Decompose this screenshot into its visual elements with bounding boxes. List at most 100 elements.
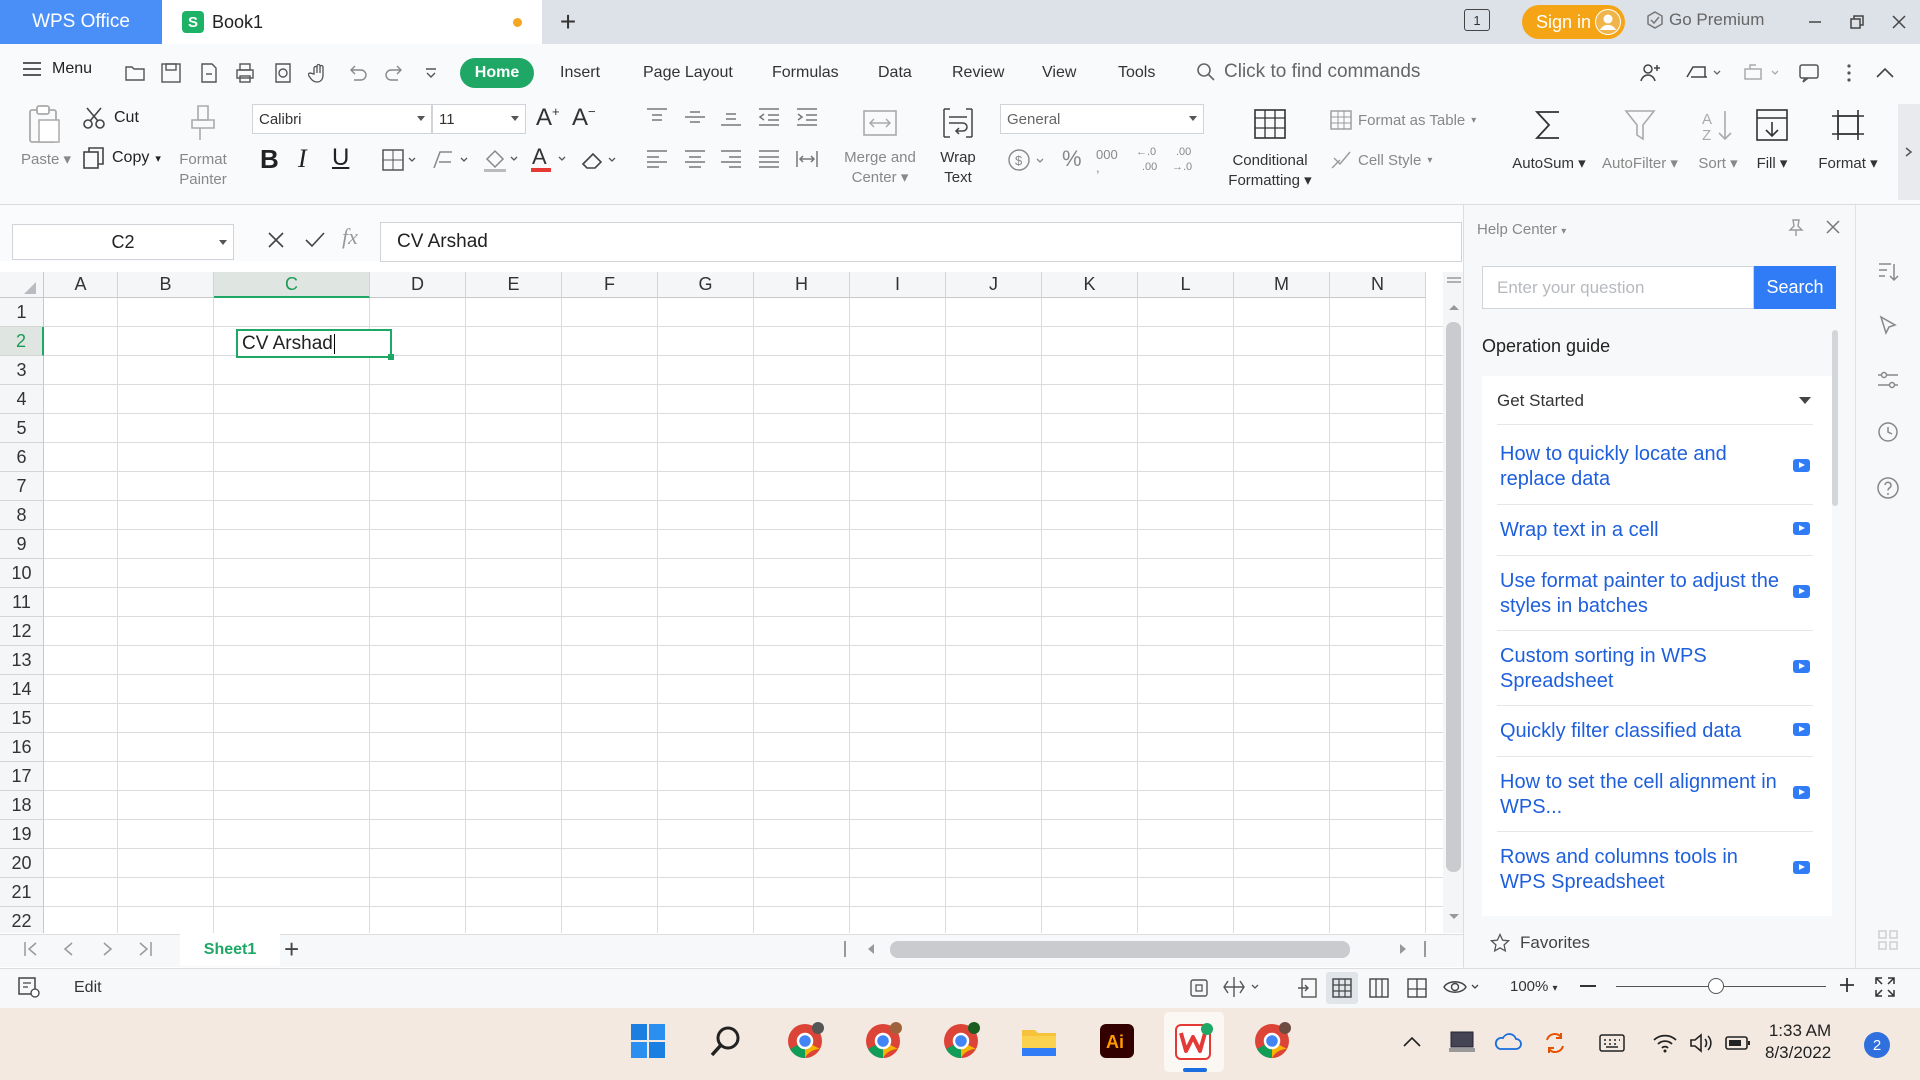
merge-center-icon[interactable] [860,104,900,142]
protect-icon[interactable] [1188,977,1210,999]
hand-icon[interactable] [306,60,332,86]
increase-decimal-icon[interactable]: ←.0.00 [1134,144,1162,174]
column-header-i[interactable]: I [850,272,946,298]
page-layout-view-icon[interactable] [1368,977,1390,999]
column-header-k[interactable]: K [1042,272,1138,298]
freeze-panes-icon[interactable] [1222,975,1262,999]
close-window-icon[interactable] [1884,8,1914,36]
scroll-right-icon[interactable] [1398,943,1408,955]
column-header-m[interactable]: M [1234,272,1330,298]
chrome-icon[interactable] [938,1018,984,1064]
format-button[interactable]: Format ▾ [1812,154,1884,174]
export-pdf-icon[interactable] [196,60,222,86]
zoom-in-icon[interactable] [1838,976,1856,994]
fill-down-icon[interactable] [1752,106,1792,144]
row-header-6[interactable]: 6 [0,443,44,472]
open-folder-icon[interactable] [122,60,148,86]
help-question-input[interactable]: Enter your question [1482,266,1754,309]
confirm-entry-icon[interactable] [304,230,326,250]
sync-icon[interactable] [1542,1030,1568,1056]
increase-indent-icon[interactable] [794,106,820,128]
cut-button[interactable]: Cut [82,106,139,130]
video-play-icon[interactable] [1793,522,1810,535]
show-hidden-icons-chevron-icon[interactable] [1402,1035,1422,1049]
help-scroll-thumb[interactable] [1832,330,1838,506]
row-header-11[interactable]: 11 [0,588,44,617]
wps-office-icon[interactable] [1171,1018,1217,1064]
align-middle-icon[interactable] [682,106,708,128]
comment-icon[interactable] [1796,60,1822,86]
help-question-icon[interactable] [1876,476,1900,500]
tab-page-layout[interactable]: Page Layout [643,64,733,82]
normal-view-icon[interactable] [1326,972,1358,1004]
thousands-separator-button[interactable]: 000, [1096,148,1118,174]
windows-start-icon[interactable] [625,1018,671,1064]
font-name-select[interactable]: Calibri [252,104,432,134]
font-size-select[interactable]: 11 [432,104,526,134]
select-cursor-icon[interactable] [1876,314,1900,338]
taskbar-search-icon[interactable] [703,1018,749,1064]
eye-protection-icon[interactable] [1442,975,1482,999]
h-split-handle-icon[interactable] [844,941,846,957]
guide-item-custom-sorting[interactable]: Custom sorting in WPS Spreadsheet [1500,644,1788,694]
sign-in-button[interactable]: Sign in [1522,5,1625,39]
row-header-17[interactable]: 17 [0,762,44,791]
fill-handle[interactable] [388,354,394,360]
formula-input[interactable]: CV Arshad [380,222,1462,262]
history-clock-icon[interactable] [1876,420,1900,444]
illustrator-icon[interactable]: Ai [1094,1018,1140,1064]
zoom-level-select[interactable]: 100% ▾ [1510,978,1558,995]
format-cells-icon[interactable] [1828,106,1868,144]
column-header-f[interactable]: F [562,272,658,298]
get-started-section-header[interactable]: Get Started [1497,391,1584,411]
cell-pattern-icon[interactable] [430,146,472,174]
tray-laptop-icon[interactable] [1448,1030,1476,1054]
add-sheet-plus-icon[interactable]: + [284,934,299,965]
video-play-icon[interactable] [1793,585,1810,598]
collapse-ribbon-icon[interactable] [1872,60,1898,86]
tab-count-icon[interactable]: 1 [1464,9,1490,31]
row-header-1[interactable]: 1 [0,298,44,327]
volume-icon[interactable] [1688,1032,1714,1054]
guide-item-format-painter[interactable]: Use format painter to adjust the styles … [1500,569,1788,619]
italic-button[interactable]: I [298,144,307,174]
split-handle-icon[interactable] [1447,276,1461,286]
scroll-down-icon[interactable] [1447,912,1461,922]
h-split-handle-right-icon[interactable] [1424,941,1426,957]
merge-center-button[interactable]: Merge and Center ▾ [836,148,924,188]
insert-function-fx-icon[interactable]: fx [342,224,358,250]
row-header-10[interactable]: 10 [0,559,44,588]
fill-color-icon[interactable] [480,146,522,174]
row-header-3[interactable]: 3 [0,356,44,385]
wifi-icon[interactable] [1652,1032,1678,1054]
select-all-corner[interactable] [0,272,44,298]
autofilter-funnel-icon[interactable] [1620,106,1660,144]
font-color-icon[interactable]: A [528,144,570,174]
section-collapse-icon[interactable] [1798,396,1812,406]
paste-clipboard-icon[interactable] [24,102,64,146]
pin-panel-icon[interactable] [1786,218,1806,238]
currency-icon[interactable]: $ [1006,146,1048,174]
tab-view[interactable]: View [1042,64,1076,82]
column-header-n[interactable]: N [1330,272,1426,298]
row-header-8[interactable]: 8 [0,501,44,530]
guide-item-filter-data[interactable]: Quickly filter classified data [1500,719,1788,744]
menu-button[interactable]: Menu [22,60,92,78]
scroll-up-icon[interactable] [1447,302,1461,312]
conditional-formatting-icon[interactable] [1250,106,1290,142]
redo-icon[interactable] [382,60,408,86]
percent-button[interactable]: % [1062,146,1082,172]
close-panel-icon[interactable] [1824,218,1842,236]
video-play-icon[interactable] [1793,660,1810,673]
video-play-icon[interactable] [1793,723,1810,736]
file-explorer-icon[interactable] [1016,1018,1062,1064]
vertical-scroll-thumb[interactable] [1446,322,1461,872]
video-play-icon[interactable] [1793,786,1810,799]
collaborate-icon[interactable] [1738,60,1784,86]
column-header-a[interactable]: A [44,272,118,298]
row-header-4[interactable]: 4 [0,385,44,414]
copy-button[interactable]: Copy ▾ [82,146,161,170]
align-right-icon[interactable] [718,148,744,170]
first-sheet-icon[interactable] [22,940,40,958]
name-box[interactable]: C2 [12,224,234,260]
